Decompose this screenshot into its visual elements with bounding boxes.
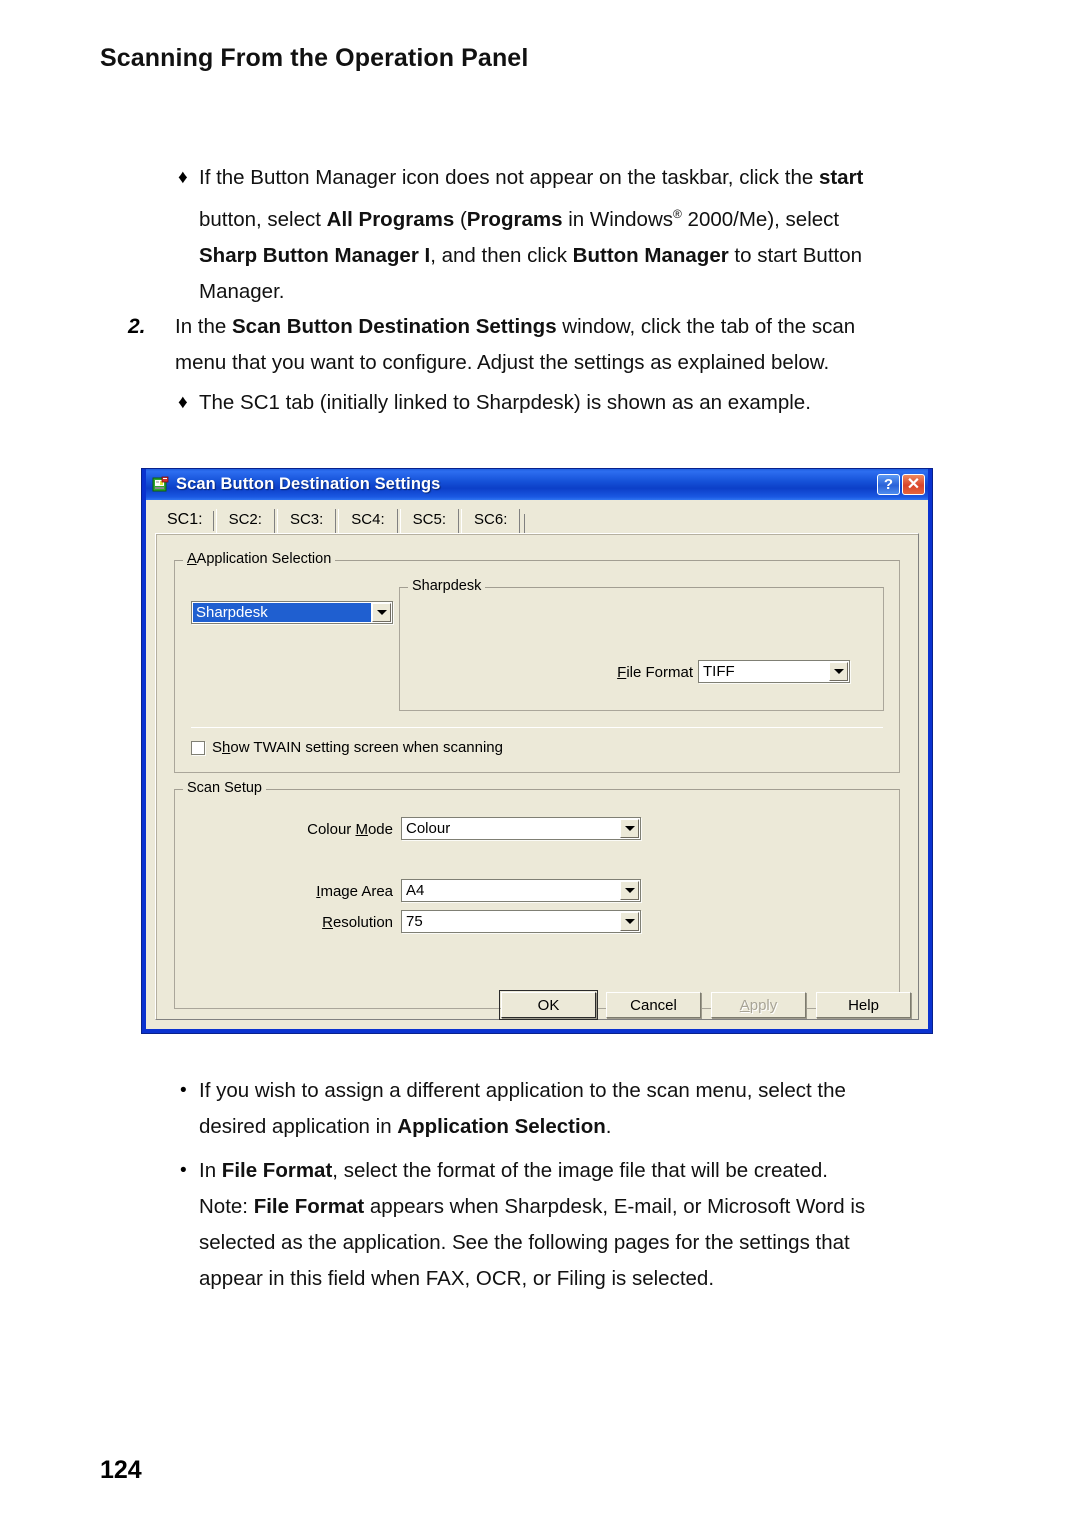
file-format-label: File Format — [617, 664, 693, 681]
para2-line2: menu that you want to configure. Adjust … — [175, 351, 830, 374]
help-icon-button[interactable]: ? — [877, 474, 900, 495]
tab-sc2[interactable]: SC2: — [215, 509, 275, 533]
instruction-paragraph-2: In the Scan Button Destination Settings … — [175, 309, 965, 381]
chevron-down-icon[interactable] — [620, 881, 639, 900]
dialog-body: SC1: SC2: SC3: SC4: SC5: SC6: AApplicati… — [146, 500, 928, 1029]
para4-line2-c: . — [605, 1115, 612, 1138]
show-twain-label-text: ow TWAIN setting screen when scanning — [230, 739, 503, 756]
application-selection-group: AApplication Selection Sharpdesk Sharpde… — [174, 551, 900, 773]
para5-line2-a: Note: — [199, 1195, 254, 1218]
scan-setup-legend: Scan Setup — [183, 780, 266, 796]
show-twain-checkbox-row[interactable]: Show TWAIN setting screen when scanning — [191, 739, 503, 756]
para1-line3-d: to start Button — [728, 243, 863, 267]
para1-line2-f: 2000/Me), select — [681, 207, 840, 231]
sharpdesk-group-legend: Sharpdesk — [408, 578, 486, 594]
para5-fileformat-bold-2: File Format — [253, 1195, 365, 1218]
colour-mode-label: Colour Mode — [307, 821, 393, 838]
colour-mode-value: Colour — [406, 820, 451, 837]
application-selection-value: Sharpdesk — [193, 603, 371, 622]
file-format-combobox[interactable]: TIFF — [698, 660, 850, 683]
application-selection-combobox[interactable]: Sharpdesk — [191, 601, 393, 624]
instruction-paragraph-3: The SC1 tab (initially linked to Sharpde… — [199, 385, 969, 421]
scan-setup-group: Scan Setup Colour Mode Colour Image Area… — [174, 780, 900, 1009]
show-twain-checkbox[interactable] — [191, 740, 205, 755]
para1-line2-c: ( — [454, 207, 467, 231]
ok-button[interactable]: OK — [499, 990, 598, 1020]
image-area-combobox[interactable]: A4 — [401, 879, 641, 902]
close-icon-button[interactable]: ✕ — [902, 474, 925, 495]
para5-line4: appear in this field when FAX, OCR, or F… — [199, 1267, 715, 1290]
para1-line1-text: If the Button Manager icon does not appe… — [199, 166, 819, 189]
cancel-button[interactable]: Cancel — [606, 992, 701, 1018]
sharpdesk-settings-group: Sharpdesk File Format TIFF — [399, 578, 884, 711]
dialog-title: Scan Button Destination Settings — [176, 475, 441, 493]
tab-sc1[interactable]: SC1: — [160, 509, 214, 533]
para5-line2-c: appears when Sharpdesk, E-mail, or Micro… — [364, 1195, 866, 1218]
instruction-paragraph-4: If you wish to assign a different applic… — [199, 1073, 969, 1145]
chevron-down-icon[interactable] — [620, 819, 639, 838]
tab-strip-end-divider — [524, 514, 526, 533]
bullet-marker-diamond-1: ♦ — [178, 167, 188, 188]
para1-start-bold: start — [818, 166, 864, 189]
para2-line1-c: window, click the tab of the scan — [556, 315, 856, 338]
tab-sc6[interactable]: SC6: — [461, 509, 521, 533]
para1-sharpbm-bold: Sharp Button Manager I — [199, 243, 431, 267]
chevron-down-icon[interactable] — [372, 603, 391, 622]
para1-line2-e: in Windows — [562, 207, 674, 231]
step-number-2: 2. — [128, 315, 146, 338]
para5-fileformat-bold-1: File Format — [221, 1159, 333, 1182]
page-title: Scanning From the Operation Panel — [100, 44, 529, 72]
tab-sc3[interactable]: SC3: — [276, 509, 337, 533]
para1-programs-bold: Programs — [466, 207, 563, 231]
para1-allprograms-bold: All Programs — [326, 207, 455, 231]
file-format-value: TIFF — [703, 663, 735, 680]
resolution-value: 75 — [406, 913, 423, 930]
dialog-titlebar[interactable]: Scan Button Destination Settings ? ✕ — [146, 469, 928, 500]
titlebar-buttons: ? ✕ — [877, 474, 925, 495]
tab-sc5[interactable]: SC5: — [399, 509, 460, 533]
resolution-combobox[interactable]: 75 — [401, 910, 641, 933]
tab-strip: SC1: SC2: SC3: SC4: SC5: SC6: — [155, 508, 919, 533]
section-divider — [191, 727, 883, 728]
para4-appsel-bold: Application Selection — [397, 1115, 606, 1138]
apply-button[interactable]: Apply — [711, 992, 806, 1018]
application-selection-legend: AApplication Selection — [183, 551, 336, 567]
para4-line1: If you wish to assign a different applic… — [199, 1079, 846, 1102]
scan-button-destination-settings-dialog[interactable]: Scan Button Destination Settings ? ✕ SC1… — [141, 468, 933, 1034]
para1-line4: Manager. — [199, 279, 285, 303]
instruction-paragraph-5: In File Format, select the format of the… — [199, 1153, 979, 1297]
bullet-marker-diamond-2: ♦ — [178, 392, 188, 413]
image-area-value: A4 — [406, 882, 425, 899]
para5-line3: selected as the application. See the fol… — [199, 1231, 850, 1254]
show-twain-label: Show TWAIN setting screen when scanning — [212, 739, 503, 756]
chevron-down-icon[interactable] — [620, 912, 639, 931]
para3-text: The SC1 tab (initially linked to Sharpde… — [199, 391, 811, 414]
application-selection-legend-text: Application Selection — [196, 551, 332, 567]
page-number: 124 — [100, 1456, 142, 1484]
para2-dialog-name-bold: Scan Button Destination Settings — [232, 315, 557, 338]
image-area-label: Image Area — [316, 883, 393, 900]
tab-page-sc1: AApplication Selection Sharpdesk Sharpde… — [155, 533, 919, 1020]
help-button[interactable]: Help — [816, 992, 911, 1018]
tab-sc4[interactable]: SC4: — [338, 509, 398, 533]
scan-settings-icon — [152, 476, 170, 494]
registered-trademark-mark: ® — [673, 207, 682, 221]
para1-line2-a: button, select — [199, 207, 327, 231]
para1-buttonmanager-bold: Button Manager — [572, 243, 729, 267]
instruction-paragraph-1: If the Button Manager icon does not appe… — [199, 160, 969, 310]
colour-mode-combobox[interactable]: Colour — [401, 817, 641, 840]
resolution-label: Resolution — [322, 914, 393, 931]
bullet-marker-round-1: • — [180, 1080, 187, 1101]
para2-line1-a: In the — [175, 315, 232, 338]
chevron-down-icon[interactable] — [829, 662, 848, 681]
dialog-button-row: OK Cancel Apply Help — [155, 990, 919, 1020]
para5-line1-a: In — [199, 1159, 222, 1182]
para5-line1-c: , select the format of the image file th… — [332, 1159, 828, 1182]
bullet-marker-round-2: • — [180, 1160, 187, 1181]
para1-line3-b: , and then click — [430, 243, 573, 267]
para4-line2-a: desired application in — [199, 1115, 398, 1138]
